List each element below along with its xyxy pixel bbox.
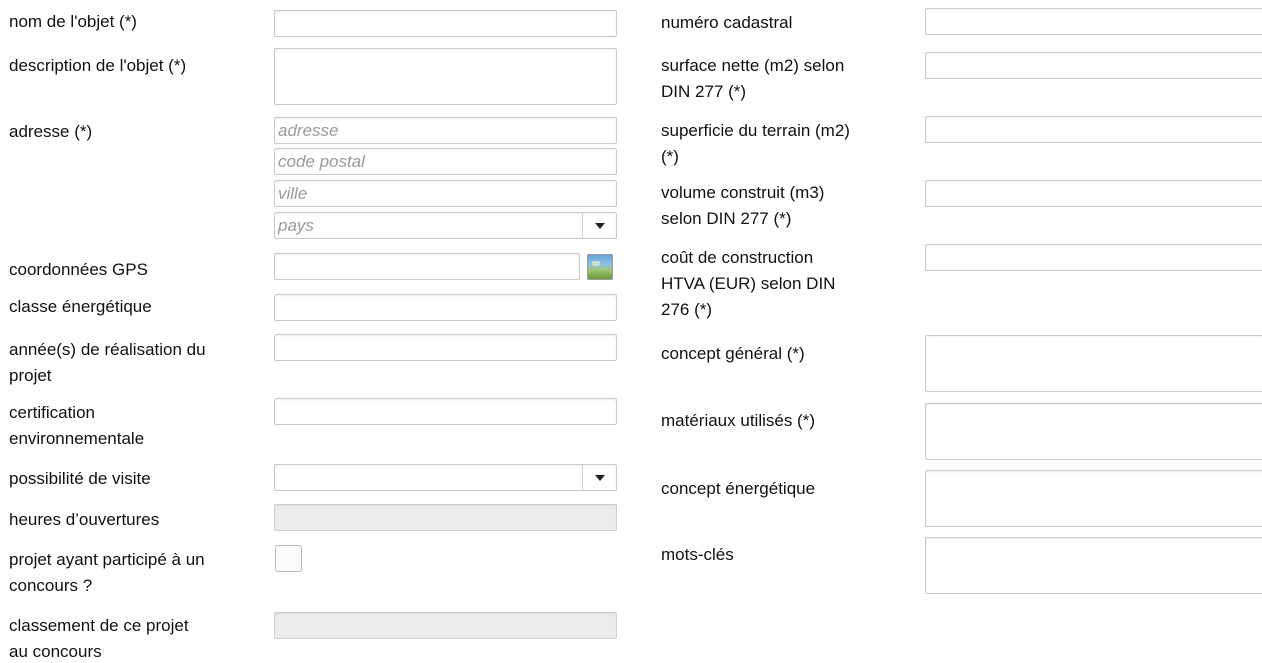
- volume-label-line-2: selon DIN 277 (*): [661, 209, 792, 228]
- chevron-down-icon[interactable]: [582, 213, 616, 238]
- ville-input[interactable]: ville: [274, 180, 617, 207]
- cout-label-line-3: 276 (*): [661, 300, 713, 319]
- visite-label: possibilité de visite: [9, 469, 151, 488]
- code-postal-placeholder: code postal: [278, 152, 365, 171]
- adresse-placeholder: adresse: [278, 121, 339, 140]
- chevron-down-icon[interactable]: [582, 465, 616, 490]
- classe-input[interactable]: [274, 294, 617, 321]
- classe-label: classe énergétique: [9, 297, 152, 316]
- mots-cles-label: mots-clés: [661, 545, 734, 564]
- certification-label-line-1: certification: [9, 403, 95, 422]
- concept-general-textarea[interactable]: [925, 335, 1262, 392]
- classement-label-line-1: classement de ce projet: [9, 616, 189, 635]
- ville-placeholder: ville: [278, 184, 308, 203]
- visite-select[interactable]: [274, 464, 617, 491]
- certification-input[interactable]: [274, 398, 617, 425]
- annee-label-line-1: année(s) de réalisation du: [9, 340, 206, 359]
- gps-input[interactable]: [274, 253, 580, 280]
- concours-label-line-1: projet ayant participé à un: [9, 550, 205, 569]
- classement-input: [274, 612, 617, 639]
- description-label: description de l'objet (*): [9, 56, 187, 75]
- superficie-label-line-2: (*): [661, 147, 679, 166]
- concept-energetique-label: concept énergétique: [661, 479, 816, 498]
- description-textarea[interactable]: [274, 48, 617, 105]
- materiaux-textarea[interactable]: [925, 403, 1262, 460]
- surface-label-line-1: surface nette (m2) selon: [661, 56, 845, 75]
- classement-label-line-2: au concours: [9, 642, 102, 661]
- surface-label-line-2: DIN 277 (*): [661, 82, 747, 101]
- adresse-label: adresse (*): [9, 122, 93, 141]
- pays-placeholder: pays: [278, 216, 314, 235]
- cout-label-line-1: coût de construction: [661, 248, 814, 267]
- cout-label-line-2: HTVA (EUR) selon DIN: [661, 274, 836, 293]
- annee-label-line-2: projet: [9, 366, 52, 385]
- concept-general-label: concept général (*): [661, 344, 805, 363]
- nom-label: nom de l'objet (*): [9, 12, 137, 31]
- materiaux-label: matériaux utilisés (*): [661, 411, 815, 430]
- nom-input[interactable]: [274, 10, 617, 37]
- pays-select[interactable]: pays: [274, 212, 617, 239]
- superficie-input[interactable]: [925, 116, 1262, 143]
- heures-input: [274, 504, 617, 531]
- surface-input[interactable]: [925, 52, 1262, 79]
- volume-input[interactable]: [925, 180, 1262, 207]
- cout-input[interactable]: [925, 244, 1262, 271]
- code-postal-input[interactable]: code postal: [274, 148, 617, 175]
- gps-label: coordonnées GPS: [9, 260, 148, 279]
- mots-cles-textarea[interactable]: [925, 537, 1262, 594]
- annee-input[interactable]: [274, 334, 617, 361]
- cadastral-label: numéro cadastral: [661, 13, 793, 32]
- concept-energetique-textarea[interactable]: [925, 470, 1262, 527]
- cadastral-input[interactable]: [925, 8, 1262, 35]
- certification-label-line-2: environnementale: [9, 429, 145, 448]
- map-icon[interactable]: [587, 254, 613, 280]
- adresse-input[interactable]: adresse: [274, 117, 617, 144]
- volume-label-line-1: volume construit (m3): [661, 183, 825, 202]
- heures-label: heures d’ouvertures: [9, 510, 160, 529]
- superficie-label-line-1: superficie du terrain (m2): [661, 121, 850, 140]
- concours-label-line-2: concours ?: [9, 576, 93, 595]
- concours-checkbox[interactable]: [275, 545, 302, 572]
